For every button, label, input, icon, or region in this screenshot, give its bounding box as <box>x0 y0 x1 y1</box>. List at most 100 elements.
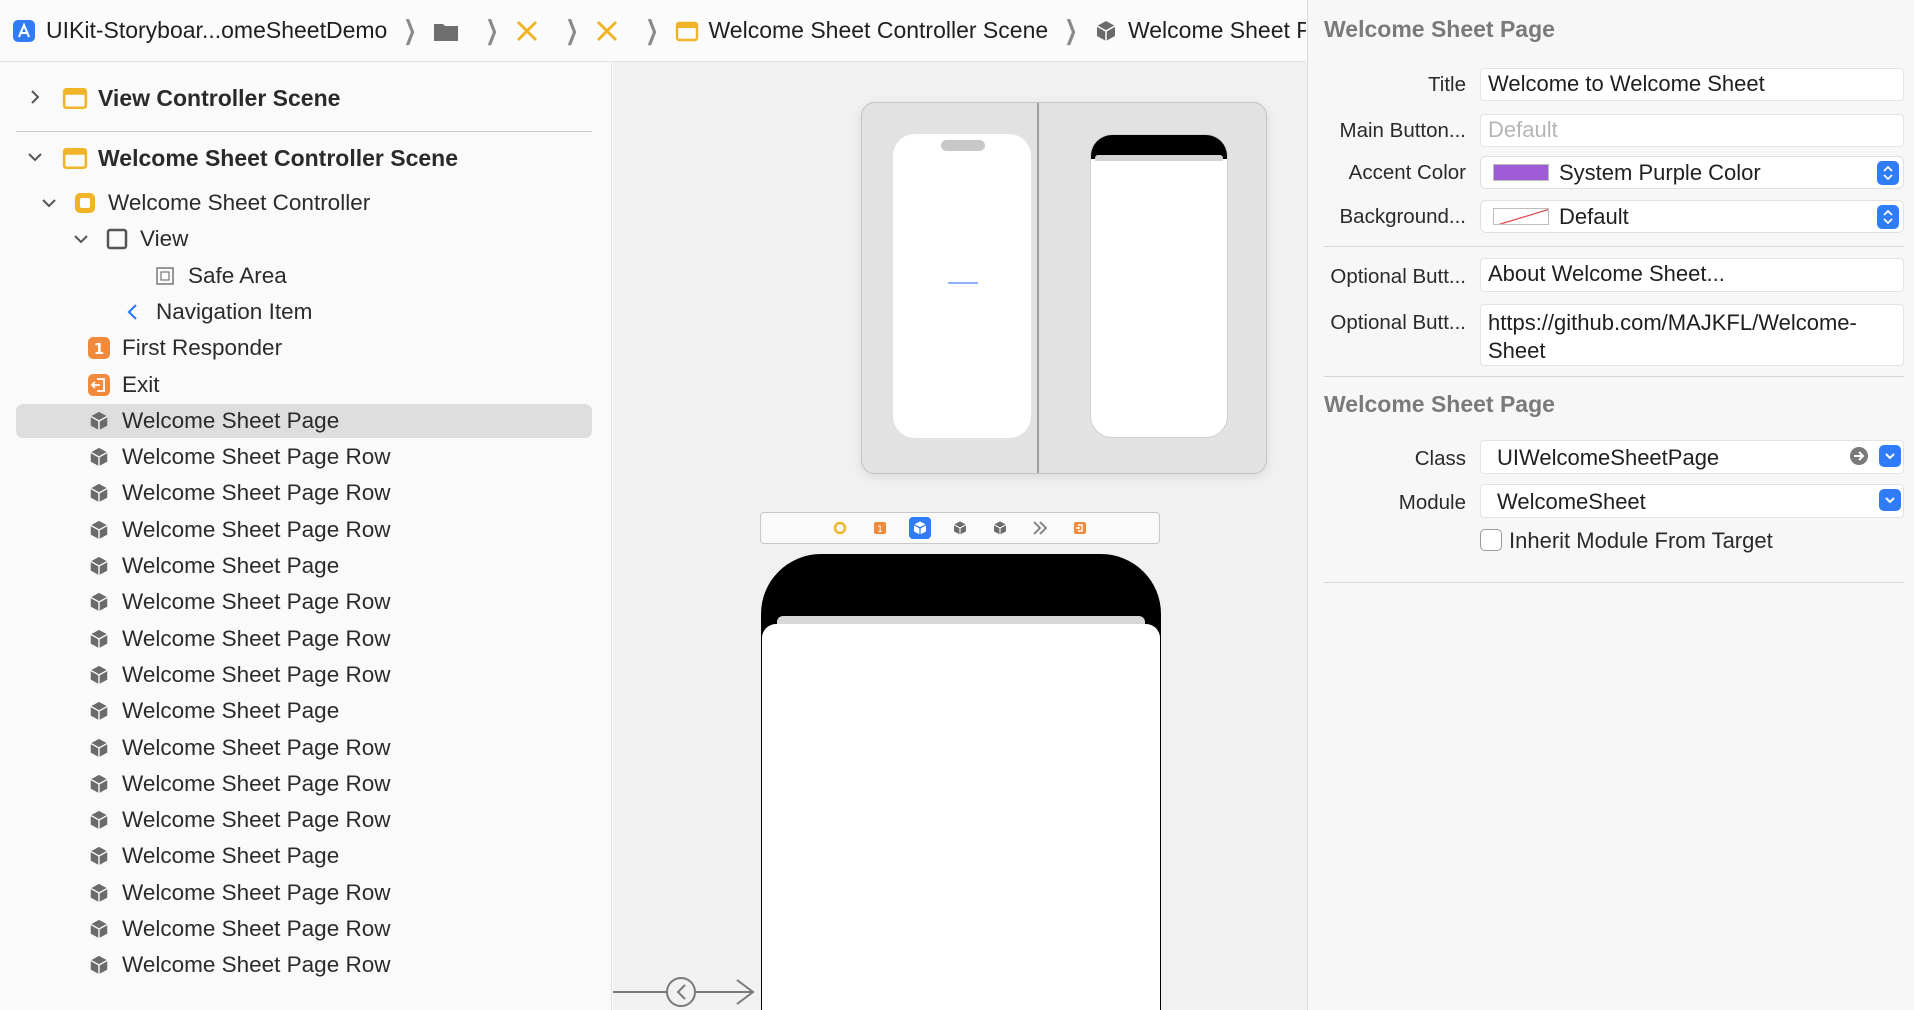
storyboard-icon <box>515 19 539 43</box>
outline-item[interactable]: Welcome Sheet Page Row <box>86 876 390 910</box>
initial-entry-arrow-icon[interactable] <box>613 972 763 1010</box>
outline-item[interactable]: Welcome Sheet Page <box>86 839 339 873</box>
exit-icon[interactable] <box>1069 517 1091 539</box>
attributes-inspector: Welcome Sheet Page Title Welcome to Welc… <box>1307 0 1914 1010</box>
breadcrumb-storyboard-1[interactable] <box>515 19 549 43</box>
view-icon <box>104 226 130 252</box>
class-field[interactable]: UIWelcomeSheetPage <box>1480 440 1904 474</box>
first-responder-icon[interactable]: 1 <box>869 517 891 539</box>
outline-item-label: View <box>140 226 189 251</box>
module-field[interactable]: WelcomeSheet <box>1480 484 1904 518</box>
divider <box>1324 376 1904 377</box>
folder-icon <box>433 20 459 42</box>
outline-item[interactable]: Exit <box>86 368 160 402</box>
object-cube-icon <box>86 408 112 434</box>
up-down-stepper-icon[interactable] <box>1877 161 1899 185</box>
object-cube-icon <box>86 589 112 615</box>
phone-preview-sheet[interactable] <box>1090 134 1228 438</box>
object-cube-icon[interactable] <box>909 517 931 539</box>
scene-label: Welcome Sheet Controller Scene <box>98 144 459 171</box>
object-cube-icon[interactable] <box>949 517 971 539</box>
inherit-module-label: Inherit Module From Target <box>1509 528 1773 553</box>
object-cube-icon <box>86 698 112 724</box>
accent-color-label: Accent Color <box>1348 161 1466 184</box>
breadcrumb-project[interactable]: UIKit-Storyboar...omeSheetDemo <box>12 17 387 44</box>
outline-item[interactable]: Welcome Sheet Page Row <box>86 803 390 837</box>
object-cube-icon <box>86 735 112 761</box>
chevron-down-icon[interactable] <box>72 230 90 248</box>
breadcrumb-current[interactable]: Welcome Sheet Page <box>1094 17 1306 44</box>
outline-item-label: Navigation Item <box>156 299 313 324</box>
inherit-module-checkbox[interactable] <box>1480 529 1502 551</box>
view-controller-icon[interactable] <box>829 517 851 539</box>
class-value: UIWelcomeSheetPage <box>1497 445 1720 470</box>
scene-view-controller[interactable]: View Controller Scene <box>0 78 611 118</box>
app-icon <box>12 19 36 43</box>
outline-item-label: Exit <box>122 372 160 397</box>
chevron-down-icon[interactable] <box>40 194 58 212</box>
background-popup[interactable]: Default <box>1480 200 1904 233</box>
outline-item[interactable]: Welcome Sheet Page <box>86 549 339 583</box>
outline-item-selected[interactable]: Welcome Sheet Page <box>86 404 339 438</box>
storyboard-canvas[interactable]: 1 <box>613 62 1307 1010</box>
outline-item[interactable]: Welcome Sheet Page Row <box>86 622 390 656</box>
outline-item-label: Welcome Sheet Page Row <box>122 626 391 651</box>
outline-item-label: Welcome Sheet Page Row <box>122 916 391 941</box>
optional-button-title-label: Optional Butt... <box>1330 265 1466 288</box>
chevron-down-icon[interactable] <box>1879 445 1901 467</box>
view-controller-canvas[interactable] <box>761 554 1161 1010</box>
page-preview-frame[interactable] <box>861 102 1267 474</box>
chevron-down-icon[interactable] <box>1879 489 1901 511</box>
outline-item[interactable]: Navigation Item <box>120 295 312 329</box>
outline-item-label: Welcome Sheet Page Row <box>122 589 391 614</box>
optional-button-url-field[interactable]: https://github.com/MAJKFL/Welcome-Sheet <box>1480 304 1904 366</box>
accent-color-popup[interactable]: System Purple Color <box>1480 156 1904 189</box>
title-field[interactable]: Welcome to Welcome Sheet <box>1480 68 1904 101</box>
main-button-label: Main Button... <box>1339 119 1466 142</box>
chevron-right-icon: ❯ <box>645 15 659 45</box>
object-cube-icon <box>86 916 112 942</box>
optional-button-title-field[interactable]: About Welcome Sheet... <box>1480 258 1904 292</box>
outline-item[interactable]: Welcome Sheet Page Row <box>86 731 390 765</box>
title-label: Title <box>1428 73 1466 96</box>
object-cube-icon[interactable] <box>989 517 1011 539</box>
outline-item[interactable]: Welcome Sheet Page Row <box>86 440 390 474</box>
outline-item[interactable]: 1 First Responder <box>86 331 282 365</box>
up-down-stepper-icon[interactable] <box>1877 205 1899 229</box>
outline-item[interactable]: Welcome Sheet Controller <box>40 186 370 220</box>
outline-item-label: Welcome Sheet Page Row <box>122 771 391 796</box>
outline-item[interactable]: Welcome Sheet Page Row <box>86 513 390 547</box>
outline-item[interactable]: Welcome Sheet Page Row <box>86 767 390 801</box>
svg-text:1: 1 <box>877 525 883 535</box>
outline-item[interactable]: Welcome Sheet Page Row <box>86 585 390 619</box>
more-icon[interactable] <box>1029 517 1051 539</box>
go-to-class-icon[interactable] <box>1849 446 1869 472</box>
chevron-down-icon[interactable] <box>26 148 46 168</box>
breadcrumb-storyboard-2[interactable] <box>595 19 629 43</box>
accent-color-value: System Purple Color <box>1559 159 1761 185</box>
chevron-right-icon: ❯ <box>485 15 499 45</box>
breadcrumb-folder[interactable] <box>433 20 469 42</box>
scene-icon <box>62 145 88 171</box>
outline-item[interactable]: Welcome Sheet Page Row <box>86 912 390 946</box>
color-swatch <box>1493 164 1549 181</box>
breadcrumb-scene[interactable]: Welcome Sheet Controller Scene <box>675 17 1048 44</box>
view-content[interactable] <box>762 624 1160 1010</box>
object-cube-icon <box>86 626 112 652</box>
document-outline: View Controller Scene Welcome Sheet Cont… <box>0 62 612 1010</box>
outline-item[interactable]: Welcome Sheet Page <box>86 694 339 728</box>
divider <box>16 131 592 132</box>
object-cube-icon <box>86 880 112 906</box>
scene-label: View Controller Scene <box>98 84 341 111</box>
main-button-field[interactable]: Default <box>1480 114 1904 147</box>
outline-item[interactable]: Welcome Sheet Page Row <box>86 658 390 692</box>
outline-item[interactable]: View <box>72 222 188 256</box>
object-cube-icon <box>86 662 112 688</box>
scene-welcome-sheet-controller[interactable]: Welcome Sheet Controller Scene <box>0 138 611 178</box>
outline-item[interactable]: Safe Area <box>152 259 287 293</box>
divider <box>1324 582 1904 583</box>
chevron-right-icon[interactable] <box>26 88 46 108</box>
phone-preview-main[interactable] <box>893 134 1031 438</box>
outline-item[interactable]: Welcome Sheet Page Row <box>86 476 390 510</box>
outline-item[interactable]: Welcome Sheet Page Row <box>86 948 390 982</box>
